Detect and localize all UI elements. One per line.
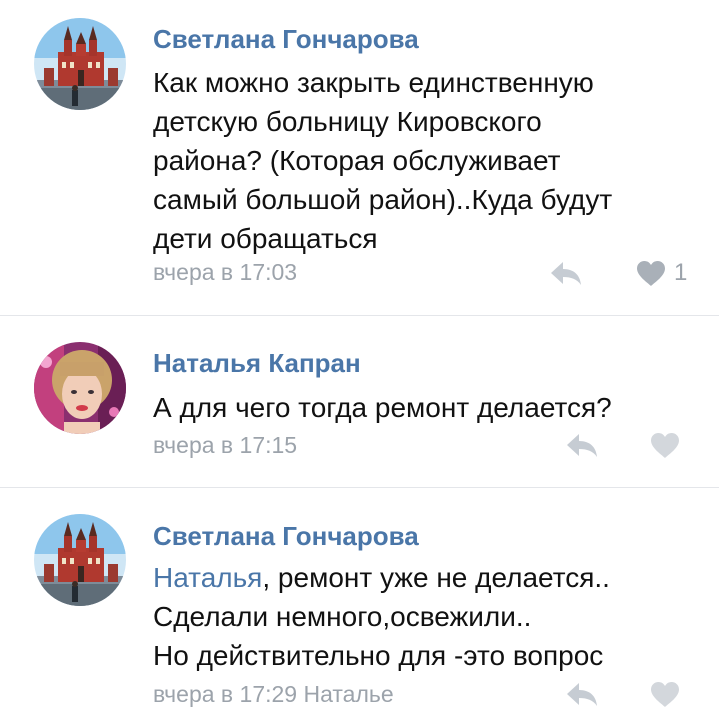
- comment-text-fragment: , ремонт уже не делается..: [262, 562, 610, 593]
- like-button[interactable]: 1: [636, 258, 687, 288]
- comment-text-line: района? (Которая обслуживает: [153, 145, 561, 176]
- comment-timestamp: вчера в 17:03: [153, 259, 298, 285]
- comment-text: А для чего тогда ремонт делается?: [153, 388, 703, 427]
- reply-arrow-icon[interactable]: [565, 431, 599, 459]
- comment-text: Как можно закрыть единственную детскую б…: [153, 63, 703, 258]
- avatar[interactable]: [34, 514, 126, 606]
- heart-icon: [650, 432, 680, 459]
- comment-author[interactable]: Светлана Гончарова: [153, 24, 419, 55]
- reply-arrow-icon[interactable]: [549, 259, 583, 287]
- comment-author[interactable]: Наталья Капран: [153, 348, 361, 379]
- comment-text: Наталья, ремонт уже не делается.. Сделал…: [153, 558, 703, 675]
- kremlin-photo-avatar: [34, 18, 126, 110]
- comment-text-line: самый большой район)..Куда будут: [153, 184, 613, 215]
- comment-timestamp: вчера в 17:15: [153, 432, 298, 458]
- woman-photo-avatar: [34, 342, 126, 434]
- comment-item: Светлана Гончарова Наталья, ремонт уже н…: [0, 488, 719, 720]
- like-count: 1: [674, 259, 688, 286]
- comment-text-line: Как можно закрыть единственную: [153, 67, 594, 98]
- mention-link[interactable]: Наталья: [153, 562, 262, 593]
- avatar[interactable]: [34, 18, 126, 110]
- kremlin-photo-avatar: [34, 514, 126, 606]
- comment-timestamp: вчера в 17:29 Наталье: [153, 681, 394, 707]
- comment-item: Светлана Гончарова Как можно закрыть еди…: [0, 0, 719, 315]
- comment-list: Светлана Гончарова Как можно закрыть еди…: [0, 0, 719, 720]
- comment-author[interactable]: Светлана Гончарова: [153, 521, 419, 552]
- comment-text-line: дети обращаться: [153, 223, 378, 254]
- heart-icon: [636, 260, 666, 287]
- comment-text-line: Сделали немного,освежили..: [153, 601, 532, 632]
- like-button[interactable]: [650, 679, 680, 709]
- comment-text-line: Но действительно для -это вопрос: [153, 640, 604, 671]
- comment-text-line: А для чего тогда ремонт делается?: [153, 392, 612, 423]
- heart-icon: [650, 681, 680, 708]
- reply-arrow-icon[interactable]: [565, 680, 599, 708]
- comment-text-line: Наталья, ремонт уже не делается..: [153, 558, 703, 597]
- comment-item: Наталья Капран А для чего тогда ремонт д…: [0, 316, 719, 486]
- avatar[interactable]: [34, 342, 126, 434]
- comment-text-line: детскую больницу Кировского: [153, 106, 542, 137]
- like-button[interactable]: [650, 430, 680, 460]
